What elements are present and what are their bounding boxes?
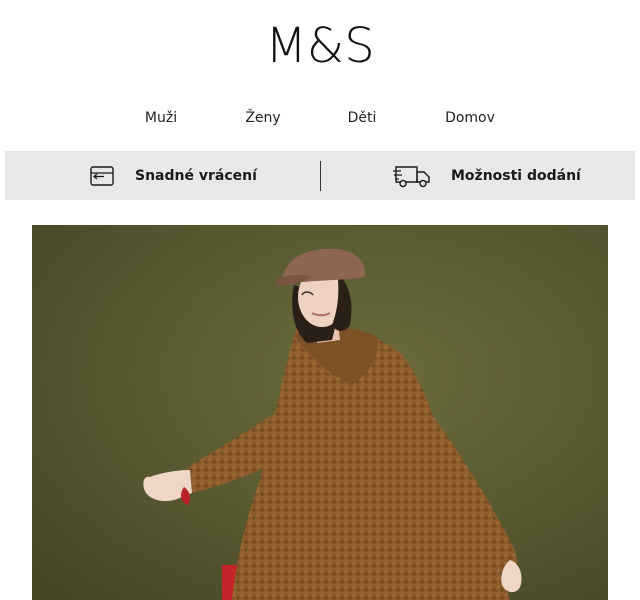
main-nav: Muži Ženy Děti Domov	[0, 108, 640, 128]
brand-logo[interactable]: M&S	[0, 18, 640, 74]
hero-banner[interactable]	[32, 225, 608, 600]
nav-item-deti[interactable]: Děti	[348, 108, 377, 128]
delivery-options-label: Možnosti dodání	[451, 167, 581, 184]
delivery-options-link[interactable]: Možnosti dodání	[393, 151, 581, 200]
nav-item-domov[interactable]: Domov	[445, 108, 495, 128]
email-page: M&S Muži Ženy Děti Domov Snadné vrácení	[0, 0, 640, 600]
service-bar: Snadné vrácení Možnosti dodání	[5, 151, 635, 200]
service-divider	[320, 161, 321, 191]
delivery-truck-icon	[393, 165, 430, 187]
easy-returns-label: Snadné vrácení	[135, 167, 257, 184]
hero-image	[32, 225, 608, 600]
return-tag-icon	[90, 165, 114, 186]
nav-item-zeny[interactable]: Ženy	[245, 108, 280, 128]
easy-returns-link[interactable]: Snadné vrácení	[89, 151, 257, 200]
nav-item-muzi[interactable]: Muži	[145, 108, 177, 128]
